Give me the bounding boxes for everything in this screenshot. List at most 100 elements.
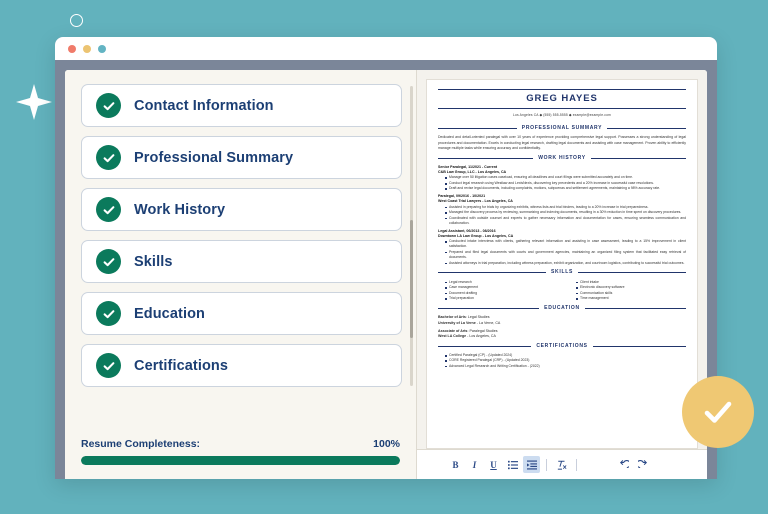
- heading-rule-left: [438, 128, 517, 129]
- resume-section-heading-certifications: Certifications: [438, 343, 686, 350]
- section-list: Contact Information Professional Summary…: [65, 70, 416, 430]
- job-bullet: Conduct legal research using Westlaw and…: [445, 181, 686, 186]
- skill-item: Electronic discovery software: [576, 285, 686, 290]
- job-bullet: Manage over 50 litigation cases caseload…: [445, 175, 686, 180]
- heading-text: Professional Summary: [522, 125, 602, 132]
- skill-item: Trial preparation: [445, 296, 555, 301]
- job-bullets: Manage over 50 litigation cases caseload…: [445, 175, 686, 191]
- skills-column-left: Legal research Case management Document …: [445, 280, 555, 302]
- resume-education-entry: Bachelor of Arts: Legal Studies Universi…: [438, 315, 686, 326]
- resume-job-entry: Senior Paralegal, 11/2021 - Current C&B …: [438, 165, 686, 192]
- resume-skills-grid: Legal research Case management Document …: [438, 279, 686, 301]
- job-employer: West Coast Trial Lawyers - Los Angeles, …: [438, 199, 686, 204]
- certification-item: CORE Registered Paralegal (CRP) - (Updat…: [445, 358, 686, 363]
- job-bullet: Prepared and filed legal documents with …: [445, 250, 686, 260]
- resume-job-entry: Paralegal, 09/2016 - 10/2021 West Coast …: [438, 194, 686, 226]
- education-field: Legal Studies: [468, 315, 490, 319]
- job-title-text: Paralegal, 09/2016 - 10/2021: [438, 194, 485, 198]
- underline-button[interactable]: U: [485, 456, 502, 473]
- completeness-label: Resume Completeness:: [81, 438, 200, 450]
- resume-contact-line: Los Angeles CA ◆ (555) 555-5555 ◆ exampl…: [438, 109, 686, 121]
- heading-rule-left: [438, 346, 531, 347]
- italic-button[interactable]: I: [466, 456, 483, 473]
- heading-rule-right: [593, 346, 686, 347]
- sidebar-item-label: Certifications: [134, 358, 228, 374]
- sidebar-item-label: Contact Information: [134, 98, 274, 114]
- education-field: Paralegal Studies: [469, 329, 497, 333]
- education-degree: Bachelor of Arts: [438, 315, 466, 319]
- check-circle-icon: [96, 301, 121, 326]
- heading-text: Work History: [538, 155, 586, 162]
- window-maximize-button[interactable]: [98, 45, 106, 53]
- resume-job-entry: Legal Assistant, 06/2013 - 08/2016 Downt…: [438, 229, 686, 266]
- undo-button[interactable]: [615, 456, 632, 473]
- heading-text: Skills: [551, 269, 573, 276]
- decorative-sparkle-icon: [14, 82, 54, 122]
- heading-text: Certifications: [536, 343, 587, 350]
- sidebar-item-certifications[interactable]: Certifications: [81, 344, 402, 387]
- preview-area[interactable]: GREG HAYES Los Angeles CA ◆ (555) 555-55…: [417, 70, 707, 449]
- certification-item: Certified Paralegal (CP) - (Updated 2024…: [445, 353, 686, 358]
- job-employer-text: Downtown LA Law Group - Los Angeles, CA: [438, 234, 513, 238]
- skill-item: Case management: [445, 285, 555, 290]
- heading-rule-left: [438, 272, 546, 273]
- indent-button[interactable]: [523, 456, 540, 473]
- sections-scrollbar-thumb[interactable]: [410, 220, 413, 338]
- window-close-button[interactable]: [68, 45, 76, 53]
- sidebar-item-label: Work History: [134, 202, 225, 218]
- resume-summary-text: Dedicated and detail-oriented paralegal …: [438, 135, 686, 151]
- resume-section-heading-education: Education: [438, 305, 686, 312]
- sidebar-item-work-history[interactable]: Work History: [81, 188, 402, 231]
- education-location: La Verne, CA: [479, 321, 500, 325]
- education-degree: Associate of Arts: [438, 329, 467, 333]
- completeness-progress-fill: [81, 456, 400, 465]
- job-bullet: Assisted in preparing for trials by orga…: [445, 205, 686, 210]
- bold-button[interactable]: B: [447, 456, 464, 473]
- job-employer: Downtown LA Law Group - Los Angeles, CA: [438, 234, 686, 239]
- resume-section-heading-skills: Skills: [438, 269, 686, 276]
- toolbar-separator: [576, 459, 577, 471]
- sidebar-item-professional-summary[interactable]: Professional Summary: [81, 136, 402, 179]
- job-title-text: Senior Paralegal, 11/2021 - Current: [438, 165, 497, 169]
- job-bullet: Coordinated with outside counsel and exp…: [445, 216, 686, 226]
- toolbar-separator: [546, 459, 547, 471]
- clear-format-button[interactable]: [553, 456, 570, 473]
- sidebar-item-education[interactable]: Education: [81, 292, 402, 335]
- resume-document[interactable]: GREG HAYES Los Angeles CA ◆ (555) 555-55…: [426, 79, 698, 449]
- resume-sections-panel: Contact Information Professional Summary…: [65, 70, 417, 479]
- job-bullet: Conducted intake interviews with clients…: [445, 239, 686, 249]
- certification-item: Advanced Legal Research and Writing Cert…: [445, 364, 686, 369]
- job-employer-text: West Coast Trial Lawyers - Los Angeles, …: [438, 199, 513, 203]
- resume-section-heading-summary: Professional Summary: [438, 125, 686, 132]
- skills-column-right: Client intake Electronic discovery softw…: [576, 280, 686, 302]
- job-bullet: Assisted attorneys in trial preparation,…: [445, 261, 686, 266]
- check-circle-icon: [96, 93, 121, 118]
- bullet-list-button[interactable]: [504, 456, 521, 473]
- app-frame: Contact Information Professional Summary…: [65, 70, 707, 479]
- sidebar-item-label: Professional Summary: [134, 150, 293, 166]
- resume-name: GREG HAYES: [438, 89, 686, 109]
- job-bullets: Conducted intake interviews with clients…: [445, 239, 686, 265]
- heading-rule-left: [438, 158, 533, 159]
- window-titlebar: [55, 37, 717, 60]
- check-circle-icon: [96, 249, 121, 274]
- window-minimize-button[interactable]: [83, 45, 91, 53]
- sidebar-item-skills[interactable]: Skills: [81, 240, 402, 283]
- job-bullet: Managed the discovery process by reviewi…: [445, 210, 686, 215]
- job-bullet: Draft and revise legal documents, includ…: [445, 186, 686, 191]
- browser-window: Contact Information Professional Summary…: [55, 37, 717, 479]
- skill-item: Client intake: [576, 280, 686, 285]
- sidebar-item-contact-information[interactable]: Contact Information: [81, 84, 402, 127]
- skill-item: Legal research: [445, 280, 555, 285]
- education-school-line: University of La Verne - La Verne, CA: [438, 321, 686, 326]
- redo-button[interactable]: [634, 456, 651, 473]
- check-circle-icon: [96, 353, 121, 378]
- decorative-circle-icon: [70, 14, 83, 27]
- job-employer-text: C&B Law Group, LLC - Los Angeles, CA: [438, 170, 506, 174]
- completeness-progress-track: [81, 456, 400, 465]
- check-circle-icon: [96, 145, 121, 170]
- job-bullets: Assisted in preparing for trials by orga…: [445, 205, 686, 226]
- resume-completeness: Resume Completeness: 100%: [65, 430, 416, 479]
- heading-rule-right: [585, 308, 686, 309]
- job-employer: C&B Law Group, LLC - Los Angeles, CA: [438, 170, 686, 175]
